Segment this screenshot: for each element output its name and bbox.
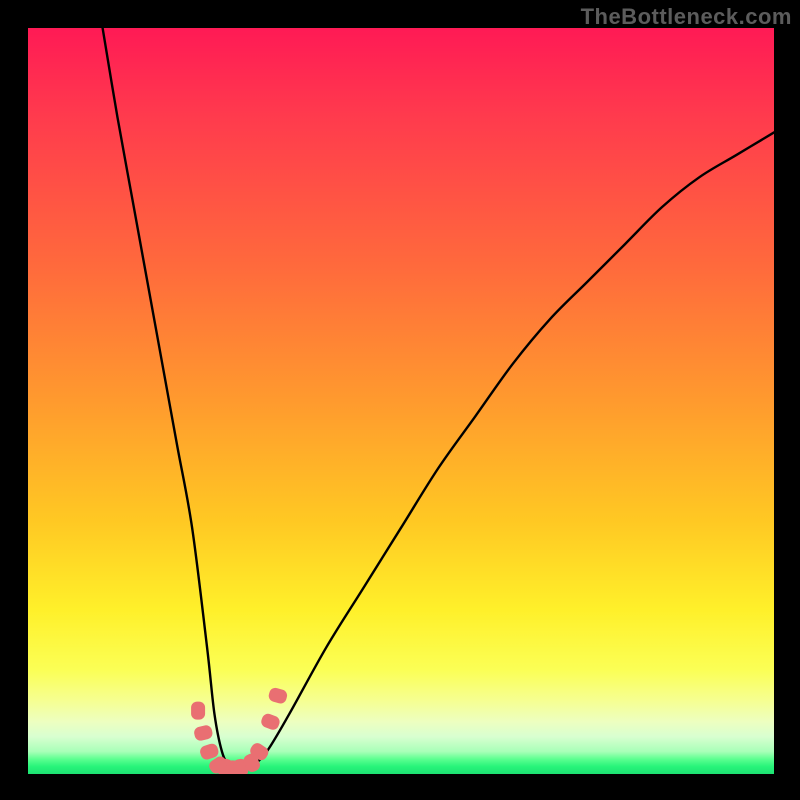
plot-area <box>28 28 774 774</box>
highlight-marker <box>260 712 282 731</box>
highlight-markers-group <box>191 686 288 774</box>
bottleneck-curve-group <box>103 28 774 771</box>
curve-layer <box>28 28 774 774</box>
highlight-marker <box>193 724 214 742</box>
chart-frame: TheBottleneck.com <box>0 0 800 800</box>
bottleneck-curve <box>103 28 774 771</box>
highlight-marker <box>191 702 205 720</box>
watermark-text: TheBottleneck.com <box>581 4 792 30</box>
highlight-marker <box>267 686 288 704</box>
